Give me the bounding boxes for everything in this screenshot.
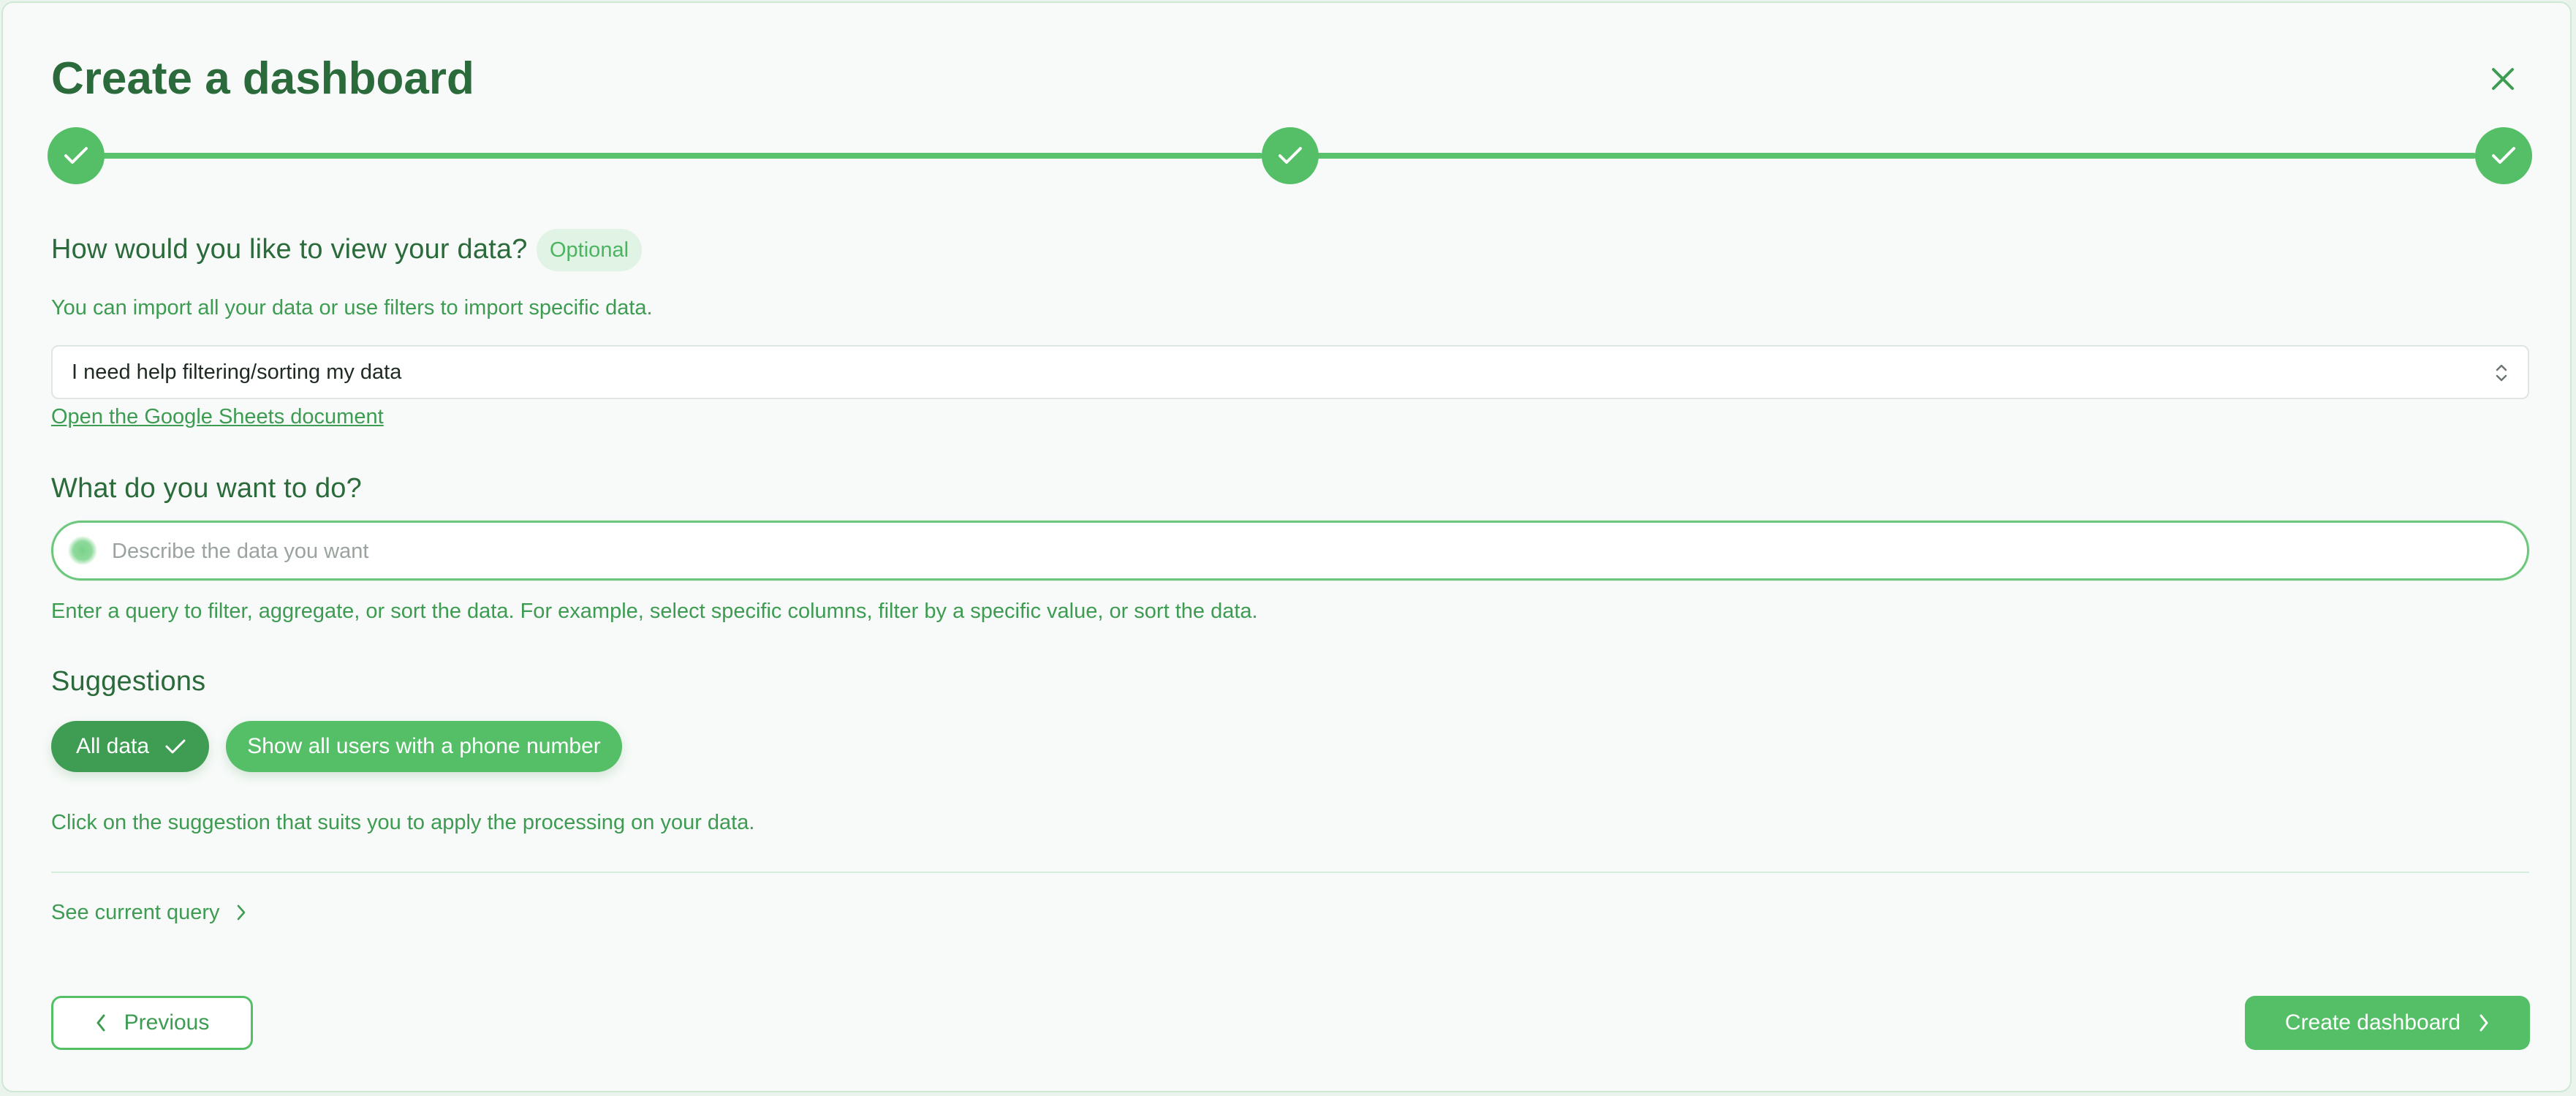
query-input[interactable]	[110, 523, 2496, 580]
stepper-connector-1	[98, 153, 1263, 159]
create-dashboard-button[interactable]: Create dashboard	[2245, 996, 2530, 1050]
suggestion-users-with-phone[interactable]: Show all users with a phone number	[226, 721, 622, 772]
check-icon	[1278, 147, 1302, 164]
previous-button[interactable]: Previous	[51, 996, 253, 1050]
stepper-connector-2	[1311, 153, 2477, 159]
create-dashboard-dialog: Create a dashboard How would you like to…	[1, 1, 2572, 1092]
suggestions-help: Click on the suggestion that suits you t…	[51, 811, 755, 834]
query-heading: What do you want to do?	[51, 473, 362, 504]
check-icon	[165, 739, 186, 754]
suggestion-label: Show all users with a phone number	[247, 734, 601, 758]
view-data-help: You can import all your data or use filt…	[51, 296, 653, 320]
check-icon	[2492, 147, 2515, 164]
suggestion-label: All data	[76, 734, 150, 758]
suggestion-all-data[interactable]: All data	[51, 721, 209, 772]
query-input-wrapper[interactable]	[51, 521, 2529, 581]
chevron-right-icon	[2480, 1014, 2488, 1032]
chevron-left-icon	[96, 1014, 105, 1032]
dialog-title: Create a dashboard	[51, 53, 474, 104]
step-1-complete[interactable]	[48, 127, 105, 184]
close-button[interactable]	[2484, 60, 2522, 98]
open-google-sheets-link[interactable]: Open the Google Sheets document	[51, 402, 384, 431]
chevron-up-down-icon	[2496, 364, 2507, 382]
see-current-query-toggle[interactable]: See current query	[51, 896, 246, 929]
chevron-right-icon	[237, 904, 245, 921]
previous-button-label: Previous	[124, 1010, 210, 1035]
query-help: Enter a query to filter, aggregate, or s…	[51, 600, 1258, 623]
close-icon	[2492, 68, 2514, 90]
view-mode-selected-value: I need help filtering/sorting my data	[72, 360, 402, 384]
optional-badge: Optional	[537, 229, 643, 271]
view-data-heading: How would you like to view your data?	[51, 234, 528, 265]
step-3-complete[interactable]	[2475, 127, 2532, 184]
check-icon	[64, 147, 88, 164]
ai-sparkle-icon	[68, 536, 97, 565]
step-2-complete[interactable]	[1262, 127, 1319, 184]
section-divider	[51, 872, 2529, 873]
create-dashboard-button-label: Create dashboard	[2284, 1010, 2461, 1035]
suggestions-heading: Suggestions	[51, 666, 206, 697]
see-current-query-label: See current query	[51, 900, 220, 924]
view-mode-select[interactable]: I need help filtering/sorting my data	[51, 345, 2529, 399]
